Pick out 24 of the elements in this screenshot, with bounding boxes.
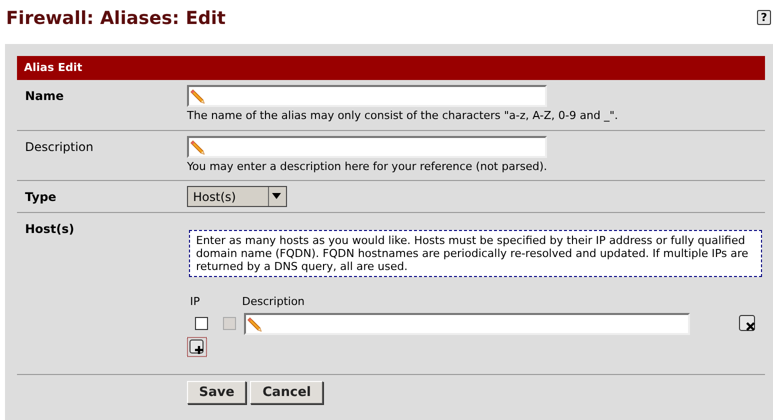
field-label: Host(s) <box>24 221 76 238</box>
help-button[interactable]: ? <box>757 10 771 25</box>
field-hint: The name of the alias may only consist of the characters "a-z, A-Z, 0-9 and _". <box>187 108 618 124</box>
delete-row-icon[interactable] <box>739 315 756 332</box>
column-header: Description <box>242 294 305 310</box>
pencil-icon <box>189 138 205 154</box>
pencil-icon <box>246 316 262 332</box>
pencil-icon <box>189 88 205 104</box>
text-field[interactable] <box>244 312 690 334</box>
add-row-icon[interactable] <box>187 336 207 356</box>
section-header: Alias Edit <box>17 56 765 80</box>
text-field[interactable] <box>187 136 547 158</box>
form-button[interactable]: Cancel <box>250 381 323 404</box>
text-field[interactable] <box>187 85 547 107</box>
page-title: Firewall: Aliases: Edit <box>6 7 226 31</box>
field-hint: You may enter a description here for your reference (not parsed). <box>187 158 548 174</box>
column-header: IP <box>189 294 201 310</box>
field-label: Name <box>24 88 65 105</box>
form-button[interactable]: Save <box>187 381 246 404</box>
ip-field[interactable] <box>195 317 208 330</box>
field-label: Description <box>24 138 94 156</box>
type-dropdown[interactable]: Host(s) <box>187 186 287 207</box>
field-label: Type <box>24 189 58 206</box>
info-box: Enter as many hosts as you would like. Hosts must be specified by their IP address or fully qualified domain name (FQDN). FQDN hostnames are periodically re-resolved and updated. If multiple IPs are returned by a DNS query, all are used. <box>189 230 762 277</box>
